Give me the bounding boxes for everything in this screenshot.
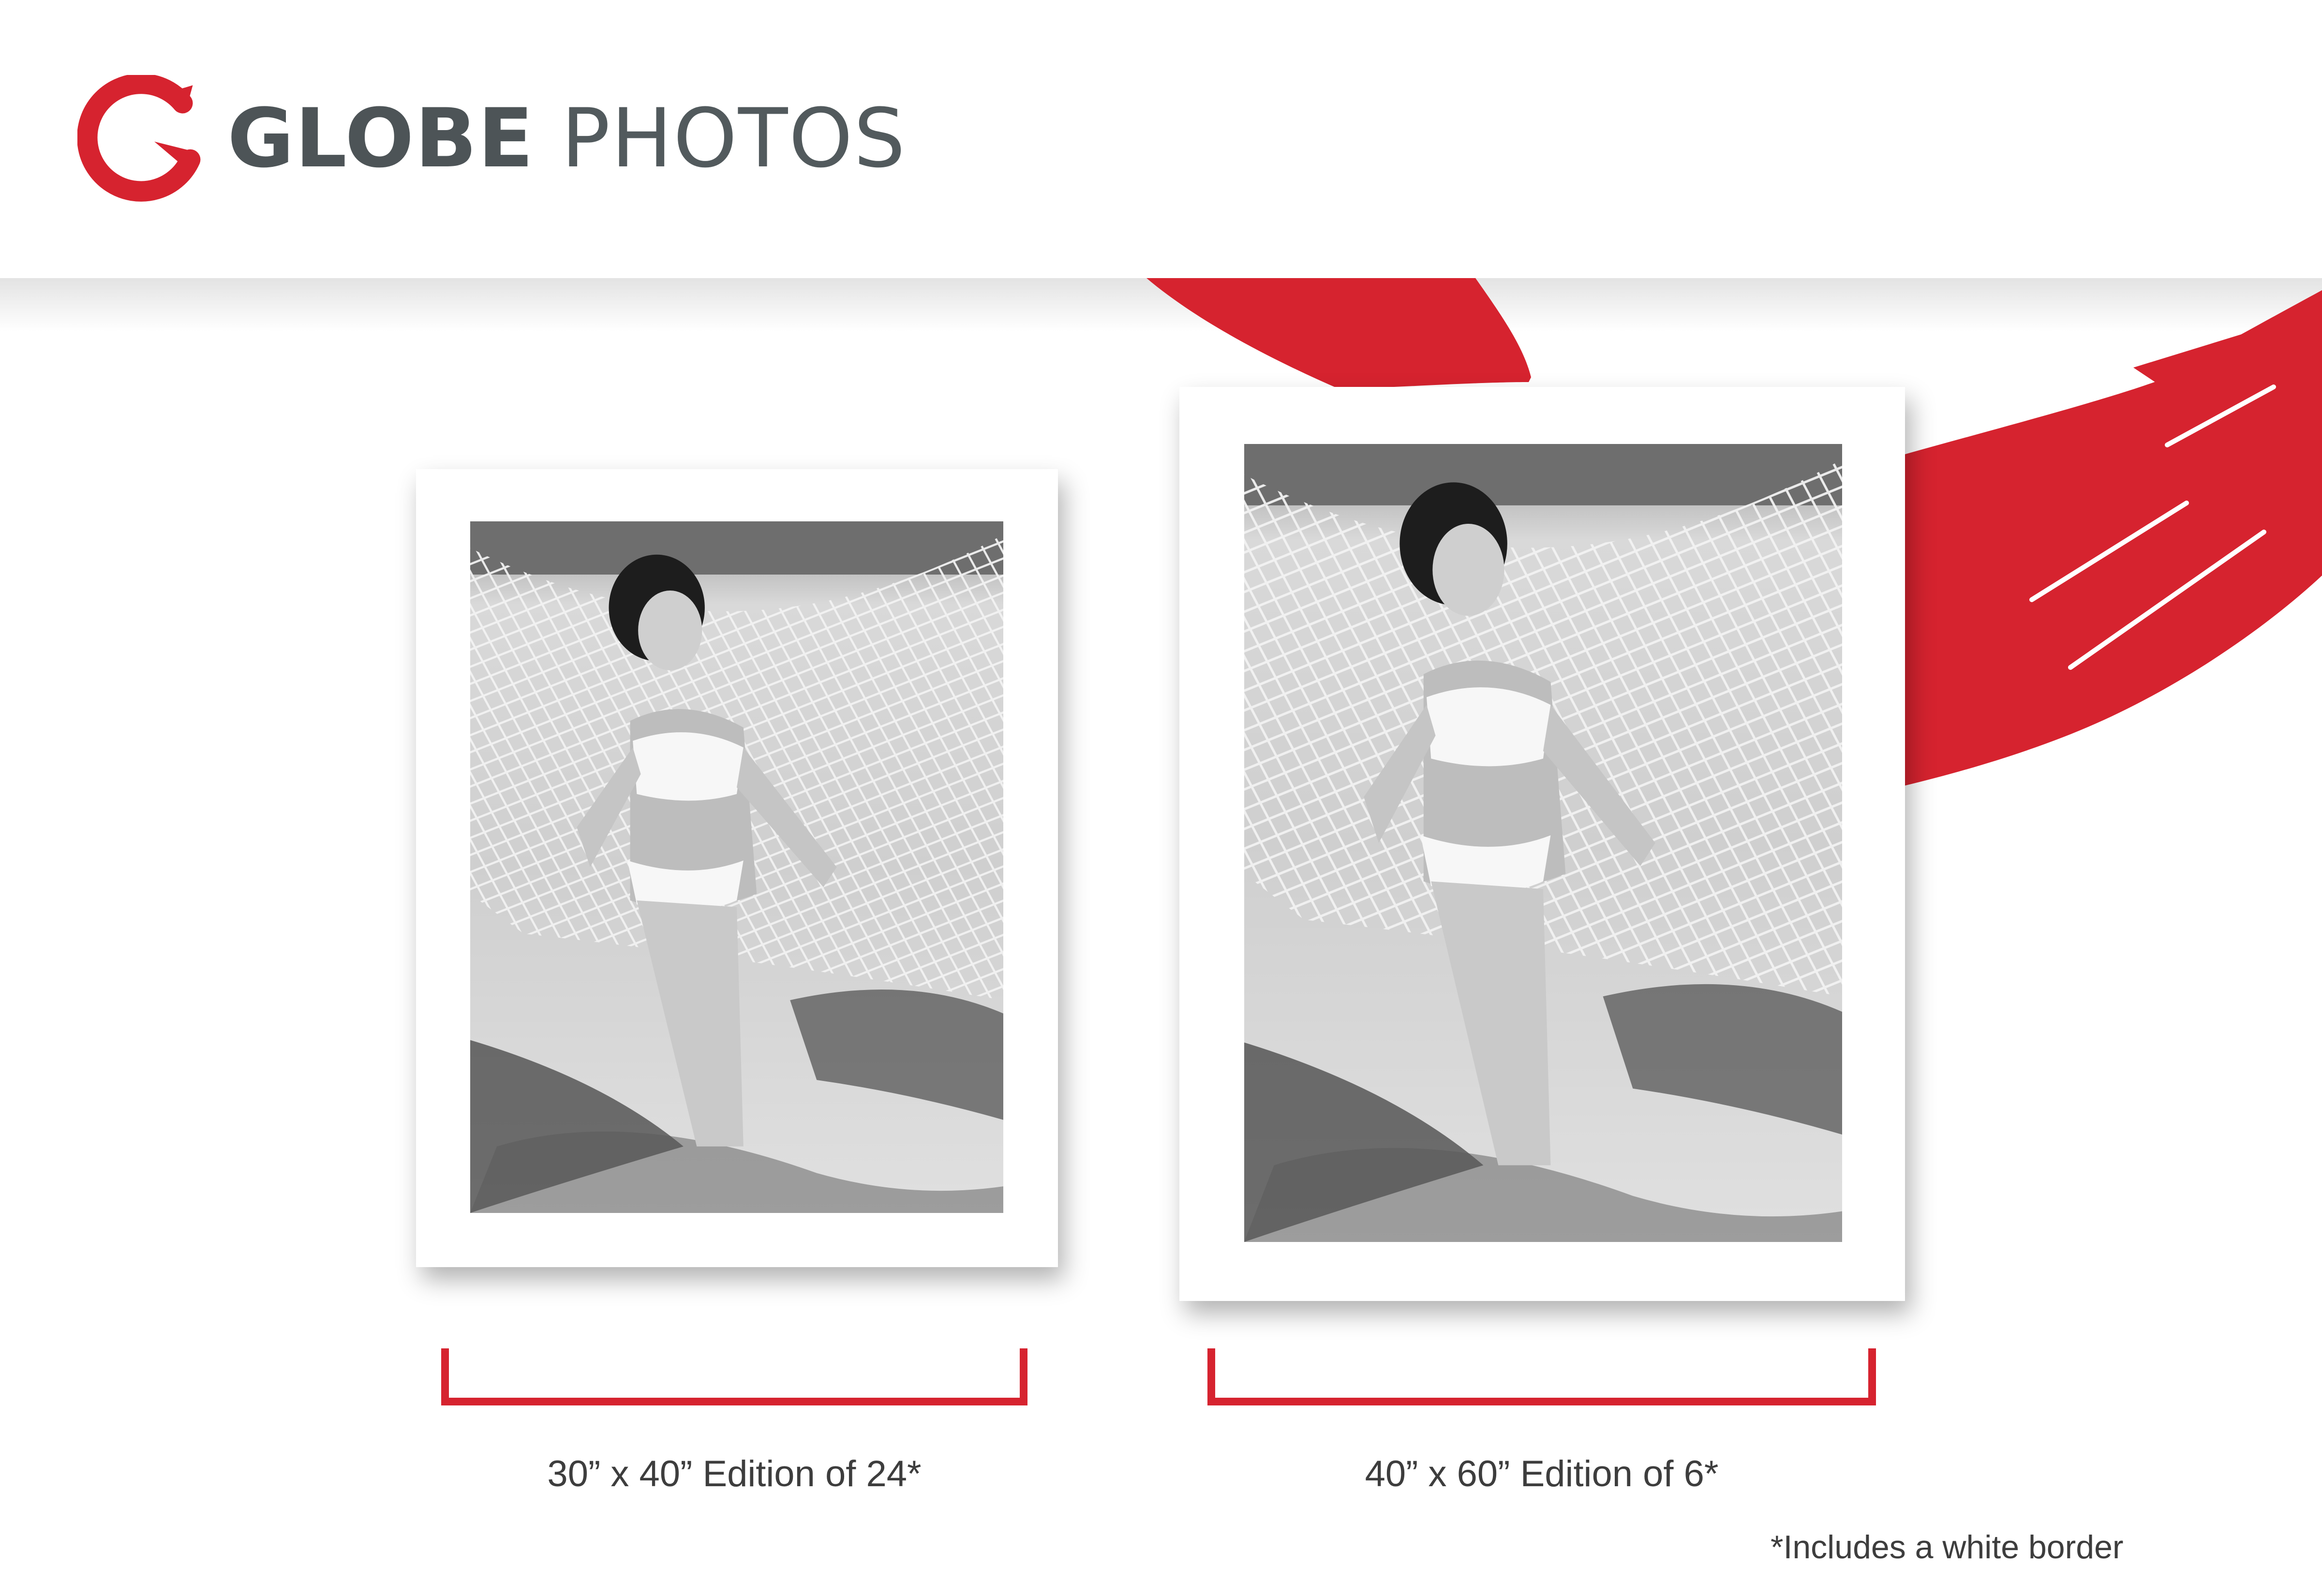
red-brush-stroke-icon [1146,278,2322,786]
hammock-photo-icon [1244,444,1842,1242]
hammock-photo-icon [470,521,1003,1213]
border-footnote: *Includes a white border [1771,1529,2124,1566]
print-40x60-photo [1244,444,1842,1242]
print-40x60-caption: 40” x 60” Edition of 6* [1365,1453,1719,1494]
print-30x40 [416,469,1058,1267]
print-30x40-caption: 30” x 40” Edition of 24* [547,1453,922,1494]
size-bracket-30x40 [441,1348,1027,1405]
print-30x40-photo [470,521,1003,1213]
print-40x60 [1179,387,1905,1301]
size-bracket-40x60 [1207,1348,1876,1405]
